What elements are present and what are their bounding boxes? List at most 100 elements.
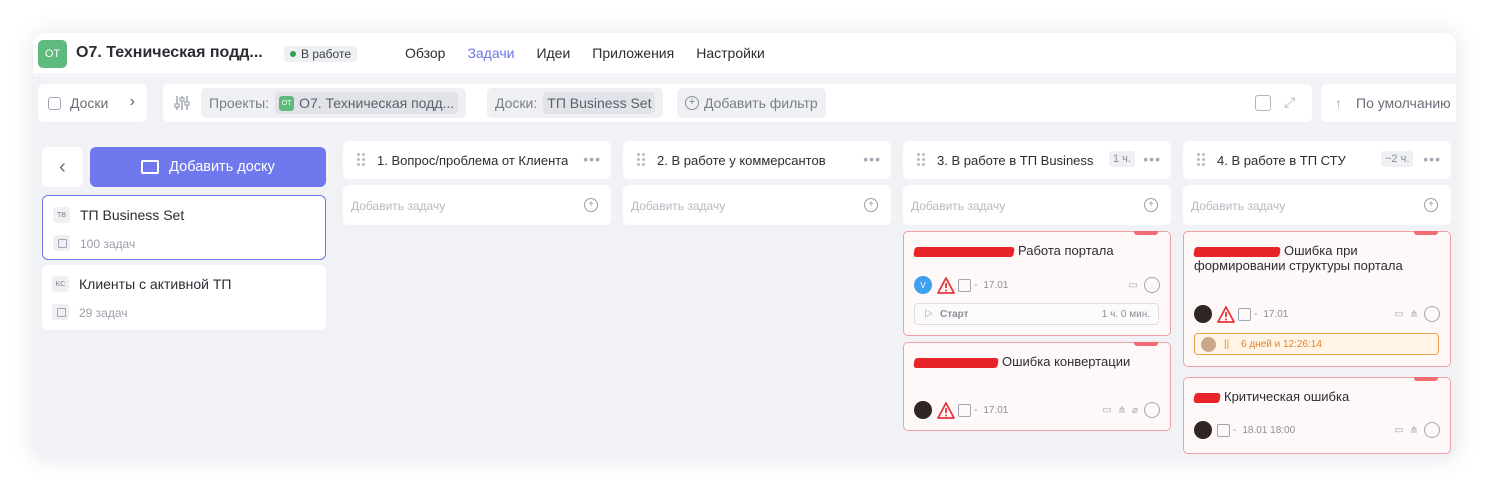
subtasks-icon[interactable]: ⋔ (1410, 309, 1418, 320)
add-board-label: Добавить доску (169, 159, 275, 175)
assignee-avatar[interactable] (1194, 421, 1212, 439)
calendar-icon[interactable] (958, 278, 971, 292)
plus-circle-icon[interactable]: + (1424, 198, 1438, 212)
task-card[interactable]: Ошибка при формировании структуры портал… (1183, 231, 1451, 367)
column-estimate: 1 ч. (1109, 151, 1135, 167)
project-title[interactable]: О7. Техническая подд... (76, 44, 263, 62)
tab-overview[interactable]: Обзор (405, 45, 445, 61)
add-filter-button[interactable]: + Добавить фильтр (677, 88, 826, 118)
assignee-avatar[interactable] (914, 401, 932, 419)
add-board-button[interactable]: Добавить доску (90, 147, 326, 187)
task-title-text: Критическая ошибка (1224, 389, 1350, 404)
complete-checkbox[interactable] (1144, 402, 1160, 418)
add-task-input[interactable]: Добавить задачу + (343, 185, 611, 225)
status-badge[interactable]: В работе (284, 46, 358, 62)
boards-filter-value[interactable]: ТП Business Set (543, 92, 656, 114)
sort-dropdown[interactable]: ↑ По умолчанию (1321, 84, 1456, 122)
board-item-clients[interactable]: KC Клиенты с активной ТП 29 задач (42, 265, 326, 330)
calendar-icon[interactable] (1217, 423, 1230, 437)
task-card[interactable]: Ошибка конвертации - 17.01 ▭ ⋔ ⌀ (903, 342, 1171, 431)
date-separator: - (974, 279, 978, 291)
pause-icon[interactable]: || (1224, 339, 1229, 350)
priority-flag (1414, 231, 1438, 235)
add-filter-label: Добавить фильтр (704, 95, 818, 111)
status-dot-icon (290, 51, 296, 57)
attachment-icon[interactable]: ⌀ (1132, 405, 1138, 416)
priority-flag (1134, 342, 1158, 346)
board-item-tp-business-set[interactable]: TB ТП Business Set 100 задач (42, 195, 326, 260)
boards-filter[interactable]: Доски: ТП Business Set (487, 88, 664, 118)
task-date: 18.01 18:00 (1242, 424, 1296, 436)
subtasks-icon[interactable]: ⋔ (1410, 425, 1418, 436)
task-meta: - 17.01 (1194, 305, 1288, 323)
plus-circle-icon[interactable]: + (1144, 198, 1158, 212)
play-icon: ▷ (925, 308, 933, 319)
task-date: 17.01 (983, 404, 1009, 416)
collapse-sidebar-button[interactable]: ‹ (42, 147, 83, 187)
task-meta: V - 17.01 (914, 276, 1008, 294)
board-abbr: TB (53, 207, 70, 223)
projects-filter[interactable]: Проекты: ОТ О7. Техническая подд... (201, 88, 467, 118)
assignee-avatar[interactable]: V (914, 276, 932, 294)
filters-panel: Проекты: ОТ О7. Техническая подд... Доск… (163, 84, 1312, 122)
start-timer-button[interactable]: ▷ Старт 1 ч. 0 мин. (914, 303, 1159, 325)
project-mini-avatar: ОТ (279, 95, 295, 111)
task-date: 17.01 (1263, 308, 1289, 320)
column-header[interactable]: 3. В работе в ТП Business 1 ч. ••• (903, 141, 1171, 179)
projects-filter-value[interactable]: ОТ О7. Техническая подд... (275, 92, 459, 114)
expand-icon[interactable]: ⤢ (1284, 94, 1302, 112)
drag-handle-icon[interactable] (917, 153, 925, 167)
date-separator: - (1233, 424, 1237, 436)
tab-ideas[interactable]: Идеи (536, 45, 570, 61)
boards-toggle[interactable]: Доски › (38, 84, 147, 122)
status-label: В работе (301, 47, 352, 61)
tab-tasks[interactable]: Задачи (467, 45, 514, 61)
task-title: Ошибка конвертации (913, 354, 1154, 369)
assignee-avatar[interactable] (1194, 305, 1212, 323)
plus-circle-icon[interactable]: + (864, 198, 878, 212)
comment-icon[interactable]: ▭ (1394, 425, 1403, 436)
calendar-icon[interactable] (958, 403, 971, 417)
running-timer[interactable]: || 6 дней и 12:26:14 (1194, 333, 1439, 355)
projects-filter-value-text: О7. Техническая подд... (299, 95, 455, 111)
comment-icon[interactable]: ▭ (1394, 309, 1403, 320)
complete-checkbox[interactable] (1424, 306, 1440, 322)
filter-settings-icon[interactable] (173, 94, 191, 112)
drag-handle-icon[interactable] (1197, 153, 1205, 167)
chevron-left-icon: ‹ (59, 155, 66, 178)
column-header[interactable]: 1. Вопрос/проблема от Клиента ••• (343, 141, 611, 179)
task-title: Работа портала (913, 243, 1154, 258)
save-icon[interactable] (1255, 95, 1271, 111)
task-card[interactable]: Критическая ошибка - 18.01 18:00 ▭ ⋔ (1183, 377, 1451, 454)
comment-icon[interactable]: ▭ (1129, 280, 1138, 291)
complete-checkbox[interactable] (1424, 422, 1440, 438)
plus-circle-icon[interactable]: + (584, 198, 598, 212)
more-icon[interactable]: ••• (863, 151, 881, 167)
comment-icon[interactable]: ▭ (1102, 405, 1111, 416)
task-title: Критическая ошибка (1193, 389, 1434, 404)
column-header[interactable]: 2. В работе у коммерсантов ••• (623, 141, 891, 179)
add-task-placeholder: Добавить задачу (1191, 199, 1286, 213)
drag-handle-icon[interactable] (637, 153, 645, 167)
task-actions: ▭ (1129, 276, 1160, 294)
complete-checkbox[interactable] (1144, 277, 1160, 293)
boards-filter-label: Доски: (495, 95, 538, 111)
more-icon[interactable]: ••• (1423, 151, 1441, 167)
board-task-count: 29 задач (79, 306, 128, 320)
add-task-input[interactable]: Добавить задачу + (623, 185, 891, 225)
column-header[interactable]: 4. В работе в ТП СТУ ~2 ч. ••• (1183, 141, 1451, 179)
top-bar: ОТ О7. Техническая подд... В работе Обзо… (33, 33, 1456, 75)
calendar-icon[interactable] (1238, 307, 1251, 321)
add-task-input[interactable]: Добавить задачу + (903, 185, 1171, 225)
board-abbr: KC (52, 276, 69, 292)
tab-apps[interactable]: Приложения (592, 45, 674, 61)
project-avatar[interactable]: ОТ (38, 40, 67, 68)
add-task-input[interactable]: Добавить задачу + (1183, 185, 1451, 225)
subtasks-icon[interactable]: ⋔ (1118, 405, 1126, 416)
tab-settings[interactable]: Настройки (696, 45, 765, 61)
more-icon[interactable]: ••• (1143, 151, 1161, 167)
boards-icon (48, 96, 61, 110)
task-card[interactable]: Работа портала V - 17.01 ▭ ▷ Старт 1 ч. … (903, 231, 1171, 336)
more-icon[interactable]: ••• (583, 151, 601, 167)
drag-handle-icon[interactable] (357, 153, 365, 167)
